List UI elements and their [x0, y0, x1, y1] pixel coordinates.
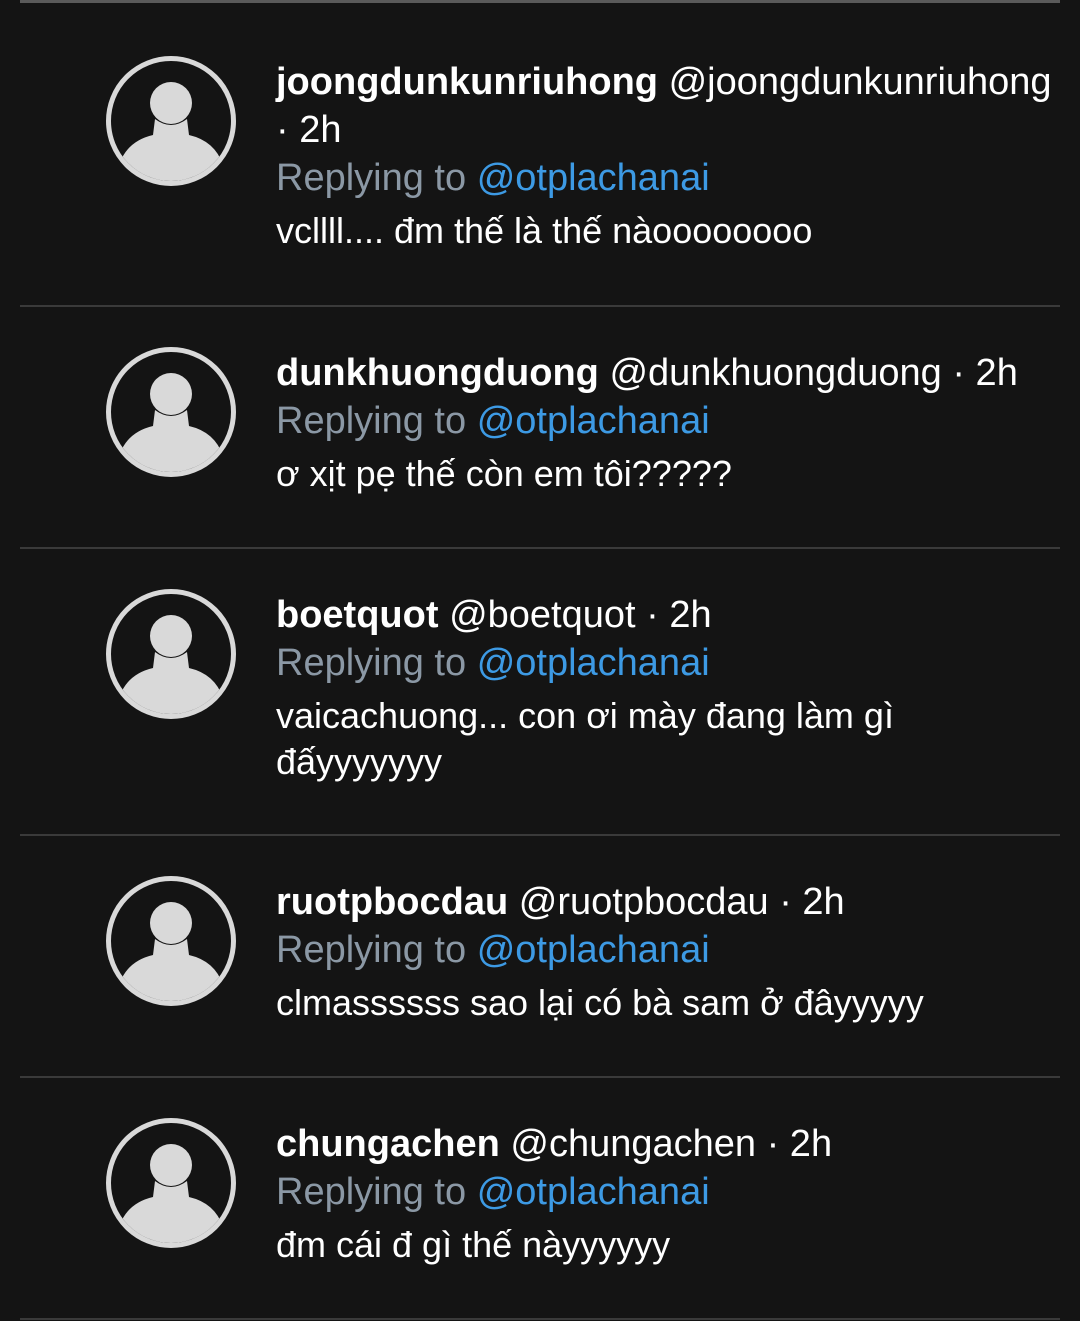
replying-prefix: Replying to	[276, 157, 467, 199]
replying-to-line: Replying to @otplachanai	[276, 397, 1060, 445]
reply-text: vaicachuong... con ơi mày đang làm gì đấ…	[276, 695, 894, 782]
default-avatar-icon[interactable]	[106, 876, 236, 1006]
default-avatar-icon[interactable]	[106, 589, 236, 719]
replying-prefix: Replying to	[276, 929, 467, 971]
reply-item[interactable]: dunkhuongduong @dunkhuongduong · 2h Repl…	[20, 307, 1060, 549]
reply-item[interactable]: ruotpbocdau @ruotpbocdau · 2h Replying t…	[20, 836, 1060, 1078]
reply-text: ơ xịt pẹ thế còn em tôi?????	[276, 453, 732, 494]
reply-header: chungachen @chungachen · 2h	[276, 1120, 1060, 1168]
display-name[interactable]: boetquot	[276, 594, 439, 636]
timestamp: · 2h	[276, 109, 342, 151]
mention-link[interactable]: @otplachanai	[477, 157, 710, 199]
reply-text: clmassssss sao lại có bà sam ở đâyyyyy	[276, 982, 924, 1023]
reply-item[interactable]: boetquot @boetquot · 2h Replying to @otp…	[20, 549, 1060, 836]
replying-prefix: Replying to	[276, 400, 467, 442]
display-name[interactable]: chungachen	[276, 1123, 500, 1165]
mention-link[interactable]: @otplachanai	[477, 1171, 710, 1213]
display-name[interactable]: ruotpbocdau	[276, 881, 508, 923]
mention-link[interactable]: @otplachanai	[477, 400, 710, 442]
default-avatar-icon[interactable]	[106, 1118, 236, 1248]
timestamp: · 2h	[952, 352, 1018, 394]
reply-item[interactable]: chungachen @chungachen · 2h Replying to …	[20, 1078, 1060, 1320]
reply-header: dunkhuongduong @dunkhuongduong · 2h	[276, 349, 1060, 397]
user-handle[interactable]: @joongdunkunriuhong	[669, 61, 1052, 103]
default-avatar-icon[interactable]	[106, 56, 236, 186]
user-handle[interactable]: @chungachen	[510, 1123, 756, 1165]
user-handle[interactable]: @boetquot	[449, 594, 636, 636]
replying-to-line: Replying to @otplachanai	[276, 926, 1060, 974]
reply-list: joongdunkunriuhong @joongdunkunriuhong ·…	[0, 3, 1080, 1320]
reply-item[interactable]: joongdunkunriuhong @joongdunkunriuhong ·…	[20, 3, 1060, 307]
replying-prefix: Replying to	[276, 642, 467, 684]
reply-header: ruotpbocdau @ruotpbocdau · 2h	[276, 878, 1060, 926]
reply-header: boetquot @boetquot · 2h	[276, 591, 1060, 639]
reply-text: vcllll.... đm thế là thế nàoooooooo	[276, 210, 813, 251]
timestamp: · 2h	[779, 881, 845, 923]
replying-to-line: Replying to @otplachanai	[276, 639, 1060, 687]
replying-prefix: Replying to	[276, 1171, 467, 1213]
default-avatar-icon[interactable]	[106, 347, 236, 477]
display-name[interactable]: joongdunkunriuhong	[276, 61, 658, 103]
mention-link[interactable]: @otplachanai	[477, 929, 710, 971]
replying-to-line: Replying to @otplachanai	[276, 154, 1060, 202]
user-handle[interactable]: @dunkhuongduong	[609, 352, 941, 394]
timestamp: · 2h	[766, 1123, 833, 1165]
display-name[interactable]: dunkhuongduong	[276, 352, 599, 394]
replying-to-line: Replying to @otplachanai	[276, 1168, 1060, 1216]
reply-header: joongdunkunriuhong @joongdunkunriuhong ·…	[276, 58, 1060, 154]
timestamp: · 2h	[646, 594, 712, 636]
user-handle[interactable]: @ruotpbocdau	[519, 881, 769, 923]
mention-link[interactable]: @otplachanai	[477, 642, 710, 684]
reply-text: đm cái đ gì thế nàyyyyyy	[276, 1224, 671, 1265]
